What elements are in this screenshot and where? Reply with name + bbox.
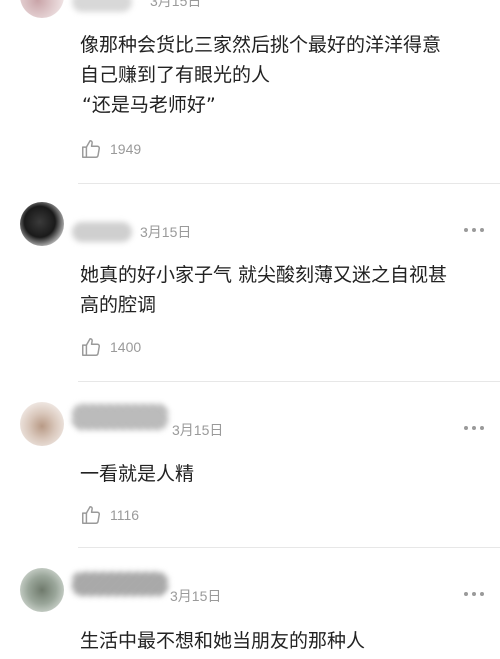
avatar[interactable] <box>20 0 64 18</box>
like-button[interactable]: 1116 <box>80 504 139 526</box>
more-dots-icon <box>480 228 484 232</box>
more-dots-icon <box>464 228 468 232</box>
like-count: 1949 <box>110 141 142 157</box>
username[interactable] <box>72 222 132 242</box>
more-options-button[interactable] <box>464 425 484 431</box>
comment-text: 一看就是人精 <box>80 459 480 489</box>
thumbs-up-icon <box>82 338 100 356</box>
comment-text: 生活中最不想和她当朋友的那种人 <box>80 626 480 656</box>
more-dots-icon <box>472 228 476 232</box>
more-options-button[interactable] <box>464 591 484 597</box>
more-dots-icon <box>480 592 484 596</box>
more-dots-icon <box>464 426 468 430</box>
comment-line: 像那种会货比三家然后挑个最好的洋洋得意 <box>80 34 442 56</box>
comment-item: 3月15日 她真的好小家子气 就尖酸刻薄又迷之自视甚 高的腔调 1400 <box>0 184 500 380</box>
comment-item: 3月15日 一看就是人精 1116 <box>0 382 500 547</box>
username[interactable] <box>72 572 168 596</box>
like-button[interactable]: 1400 <box>80 336 141 358</box>
comment-date: 3月15日 <box>140 224 192 240</box>
comment-item: 3月15日 生活中最不想和她当朋友的那种人 <box>0 548 500 659</box>
comment-line: 高的腔调 <box>80 294 157 316</box>
avatar[interactable] <box>20 568 64 612</box>
thumbs-up-icon <box>82 140 100 158</box>
comment-line: 她真的好小家子气 就尖酸刻薄又迷之自视甚 <box>80 264 448 286</box>
comment-item: 3月15日 像那种会货比三家然后挑个最好的洋洋得意 自己赚到了有眼光的人 “还是… <box>0 0 500 182</box>
comment-date: 3月15日 <box>150 0 202 9</box>
comment-line: “还是马老师好” <box>82 94 216 116</box>
comment-date: 3月15日 <box>170 588 222 604</box>
like-button[interactable]: 1949 <box>80 138 141 160</box>
comment-line: 一看就是人精 <box>80 463 195 485</box>
username[interactable] <box>72 404 168 430</box>
avatar[interactable] <box>20 202 64 246</box>
comment-text: 她真的好小家子气 就尖酸刻薄又迷之自视甚 高的腔调 <box>80 260 480 320</box>
more-dots-icon <box>472 592 476 596</box>
comment-line: 生活中最不想和她当朋友的那种人 <box>80 630 366 652</box>
comment-line: 自己赚到了有眼光的人 <box>80 64 271 86</box>
more-options-button[interactable] <box>464 227 484 233</box>
more-dots-icon <box>480 426 484 430</box>
comment-date: 3月15日 <box>172 422 224 438</box>
like-count: 1116 <box>110 507 140 523</box>
more-dots-icon <box>472 426 476 430</box>
username[interactable] <box>72 0 132 12</box>
thumbs-up-icon <box>82 506 100 524</box>
like-count: 1400 <box>110 339 142 355</box>
avatar[interactable] <box>20 402 64 446</box>
more-dots-icon <box>464 592 468 596</box>
comment-text: 像那种会货比三家然后挑个最好的洋洋得意 自己赚到了有眼光的人 “还是马老师好” <box>80 30 480 120</box>
